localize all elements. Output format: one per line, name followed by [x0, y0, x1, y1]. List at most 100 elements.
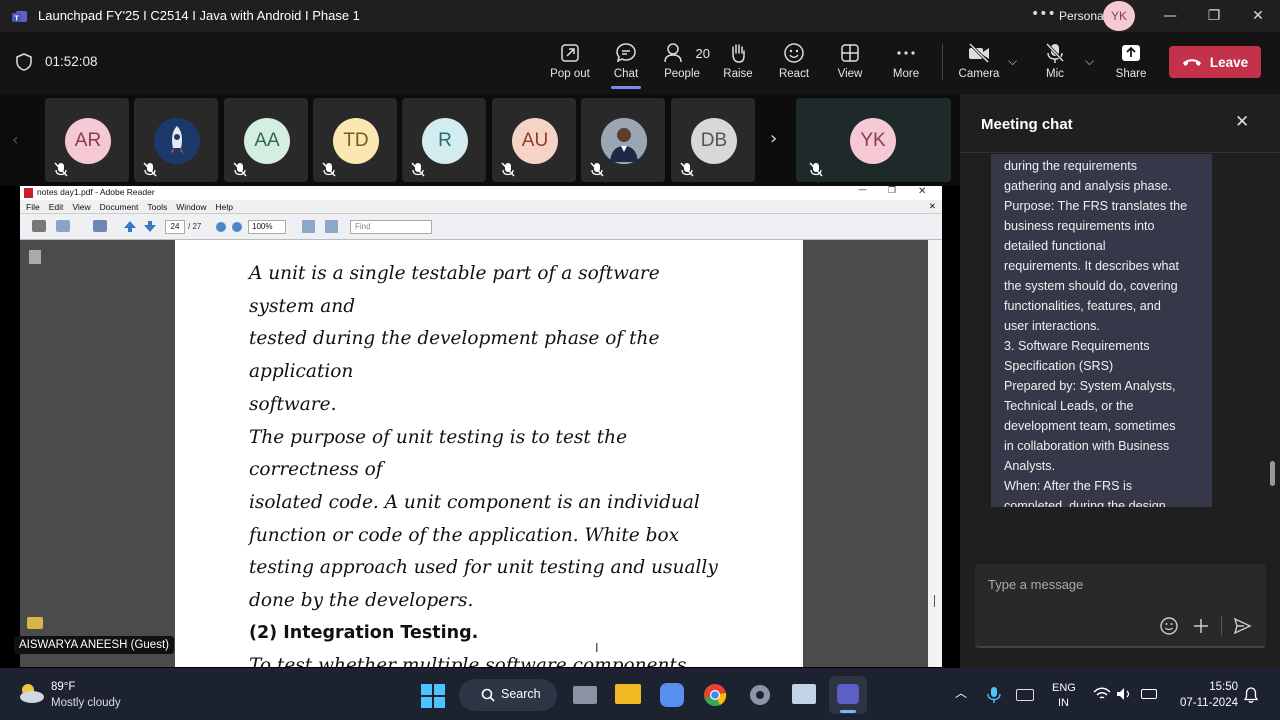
mic-options-chevron-icon[interactable]: ⌵ [1085, 54, 1094, 69]
keyboard-icon[interactable] [1016, 689, 1034, 701]
emoji-icon[interactable] [1159, 616, 1179, 636]
camera-off-icon [968, 42, 990, 64]
muted-mic-icon [233, 162, 247, 177]
copilot-icon[interactable] [660, 683, 684, 707]
participant-tile[interactable] [581, 98, 665, 182]
raise-hand-button[interactable]: Raise [710, 42, 766, 80]
pdf-scrollbar[interactable] [928, 240, 942, 667]
muted-mic-icon [143, 162, 157, 177]
menu-help[interactable]: Help [215, 202, 232, 213]
previous-page-icon[interactable] [123, 220, 137, 233]
view-button[interactable]: View [822, 42, 878, 80]
find-input[interactable]: Find [350, 220, 432, 234]
participant-tile[interactable]: AU [492, 98, 576, 182]
more-button[interactable]: More [878, 42, 934, 80]
composer-divider [1221, 616, 1222, 636]
profile-label: Personal [1059, 9, 1107, 23]
people-button[interactable]: 20 People [654, 42, 710, 80]
collaborate-icon[interactable] [93, 220, 107, 232]
participant-tile[interactable] [134, 98, 218, 182]
wifi-icon[interactable] [1093, 687, 1111, 701]
lang-bottom[interactable]: IN [1058, 697, 1069, 709]
camera-button[interactable]: Camera [951, 42, 1007, 80]
strip-next-icon[interactable]: › [770, 128, 777, 149]
chrome-icon[interactable] [703, 683, 727, 707]
pdf-text-line: system and [249, 295, 356, 317]
share-icon [1122, 45, 1140, 61]
pdf-close-icon[interactable]: ✕ [918, 186, 926, 197]
menu-file[interactable]: File [26, 202, 40, 213]
muted-mic-icon [590, 162, 604, 177]
settings-icon[interactable] [748, 683, 772, 707]
people-count: 20 [695, 45, 710, 61]
maximize-button[interactable]: ❐ [1204, 6, 1224, 26]
teams-taskbar-item[interactable] [829, 676, 867, 714]
participant-tile[interactable]: TD [313, 98, 397, 182]
participant-avatar: DB [691, 118, 737, 164]
participant-tile[interactable]: AR [45, 98, 129, 182]
taskbar-search[interactable]: Search [459, 679, 557, 711]
close-chat-icon[interactable]: ✕ [1235, 112, 1249, 132]
pdf-minimize-icon[interactable]: — [858, 185, 867, 195]
pdf-text-line: isolated code. A unit component is an in… [249, 491, 700, 513]
participant-tile[interactable]: DB [671, 98, 755, 182]
react-button[interactable]: React [766, 42, 822, 80]
more-options-icon[interactable]: ••• [1031, 6, 1056, 22]
email-icon[interactable] [56, 220, 70, 232]
photos-icon[interactable] [792, 684, 816, 704]
profile-avatar[interactable]: YK [1103, 1, 1135, 31]
lang-top[interactable]: ENG [1052, 682, 1076, 694]
leave-button[interactable]: Leave [1169, 46, 1261, 78]
fit-width-icon[interactable] [325, 220, 338, 233]
share-button[interactable]: Share [1103, 42, 1159, 80]
clock-time[interactable]: 15:50 [1178, 681, 1238, 693]
pdf-scroll-thumb[interactable] [934, 595, 935, 607]
menu-tools[interactable]: Tools [147, 202, 167, 213]
windows-start-icon[interactable] [421, 684, 445, 708]
camera-options-chevron-icon[interactable]: ⌵ [1008, 54, 1017, 69]
zoom-in-icon[interactable] [232, 222, 242, 232]
mic-button[interactable]: Mic [1027, 42, 1083, 80]
menu-document[interactable]: Document [100, 202, 139, 213]
notification-bell-icon[interactable] [1244, 687, 1258, 703]
weather-cloudy-icon[interactable] [16, 681, 46, 705]
close-window-button[interactable]: ✕ [1248, 6, 1268, 26]
menu-view[interactable]: View [72, 202, 90, 213]
strip-prev-icon[interactable]: ‹ [12, 130, 18, 149]
task-view-icon[interactable] [573, 686, 597, 704]
menu-edit[interactable]: Edit [49, 202, 64, 213]
next-page-icon[interactable] [143, 220, 157, 233]
print-icon[interactable] [32, 220, 46, 232]
send-icon[interactable] [1232, 616, 1252, 636]
raise-hand-icon [732, 44, 745, 63]
zoom-select[interactable]: 100% [248, 220, 286, 234]
battery-icon[interactable] [1141, 689, 1157, 699]
chat-message-line: Analysts. [1004, 459, 1056, 473]
pop-out-button[interactable]: Pop out [542, 42, 598, 80]
participant-tile[interactable]: AA [224, 98, 308, 182]
file-explorer-icon[interactable] [615, 684, 641, 704]
pages-panel-icon[interactable] [29, 250, 41, 264]
comments-icon[interactable] [27, 617, 43, 629]
chat-button[interactable]: Chat [598, 42, 654, 89]
pdf-maximize-icon[interactable]: ❐ [888, 186, 896, 196]
page-number-input[interactable]: 24 [165, 220, 185, 234]
chat-message-line: completed, during the design [1004, 499, 1166, 507]
volume-icon[interactable] [1116, 687, 1132, 701]
pdf-text-line: The purpose of unit testing is to test t… [249, 426, 628, 448]
add-attachment-icon[interactable] [1191, 616, 1211, 636]
menu-window[interactable]: Window [176, 202, 206, 213]
self-video-tile[interactable]: YK [796, 98, 951, 182]
fit-page-icon[interactable] [302, 220, 315, 233]
clock-date[interactable]: 07-11-2024 [1168, 697, 1238, 709]
zoom-out-icon[interactable] [216, 222, 226, 232]
weather-temp: 89°F [51, 681, 76, 693]
pdf-doc-close-icon[interactable]: ✕ [929, 201, 936, 213]
message-input[interactable]: Type a message [988, 577, 1083, 592]
microphone-icon[interactable] [987, 686, 1001, 704]
minimize-button[interactable]: — [1160, 6, 1180, 26]
chat-scroll-thumb[interactable] [1270, 461, 1275, 486]
tray-chevron-icon[interactable]: ︿ [955, 684, 967, 701]
participant-tile[interactable]: R [402, 98, 486, 182]
message-composer[interactable]: Type a message [975, 564, 1266, 648]
